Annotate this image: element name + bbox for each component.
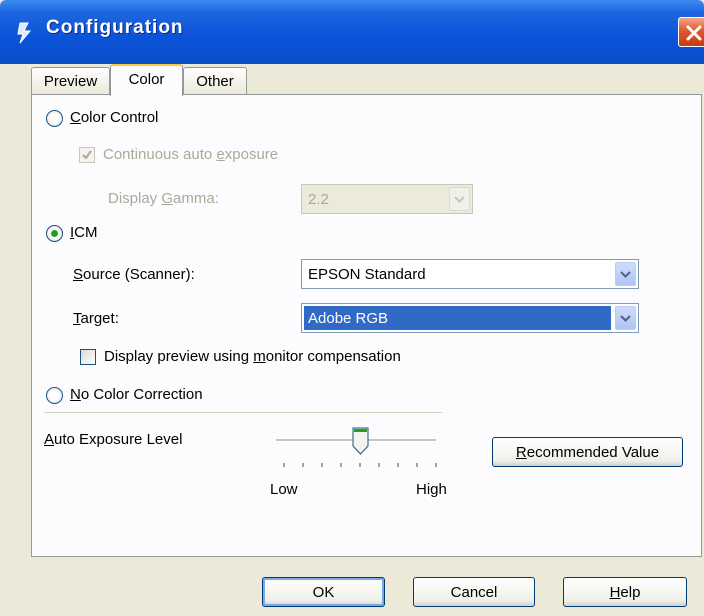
ok-button[interactable]: OK [262, 577, 385, 607]
monitor-compensation-label: Display preview using monitor compensati… [104, 348, 401, 365]
help-button[interactable]: Help [563, 577, 687, 607]
color-control-radio[interactable] [46, 110, 63, 127]
display-gamma-select[interactable]: 2.2 [301, 184, 473, 214]
tab-other-label: Other [196, 73, 234, 90]
title-bar: Configuration [0, 0, 704, 64]
color-tab-panel: Color Control Continuous auto exposure D… [31, 94, 702, 557]
auto-exposure-slider[interactable] [266, 425, 446, 475]
color-control-label: Color Control [70, 109, 159, 126]
target-label: Target: [73, 310, 119, 327]
source-scanner-value: EPSON Standard [308, 266, 426, 283]
target-select[interactable]: Adobe RGB [301, 303, 639, 333]
recommended-value-button[interactable]: Recommended Value [492, 437, 683, 467]
no-color-correction-radio[interactable] [46, 387, 63, 404]
monitor-compensation-checkbox[interactable] [80, 349, 96, 365]
chevron-down-icon [615, 262, 636, 286]
scanner-icon [17, 22, 32, 44]
slider-high-label: High [416, 481, 447, 498]
icm-label: ICM [70, 224, 98, 241]
checkmark-icon [82, 150, 92, 160]
slider-low-label: Low [270, 481, 298, 498]
source-scanner-select[interactable]: EPSON Standard [301, 259, 639, 289]
tab-color-label: Color [128, 71, 165, 88]
no-color-correction-label: No Color Correction [70, 386, 203, 403]
tab-other[interactable]: Other [183, 67, 247, 94]
auto-exposure-label: Auto Exposure Level [44, 431, 183, 448]
display-gamma-label: Display Gamma: [108, 190, 219, 207]
slider-thumb[interactable] [352, 427, 369, 455]
continuous-auto-exposure-label: Continuous auto exposure [103, 146, 279, 163]
cancel-button[interactable]: Cancel [413, 577, 535, 607]
chevron-down-icon [449, 187, 470, 211]
chevron-down-icon [615, 306, 636, 330]
tab-preview-label: Preview [43, 73, 98, 90]
tab-color[interactable]: Color [110, 64, 183, 96]
tab-preview[interactable]: Preview [31, 67, 110, 94]
close-button[interactable] [678, 17, 704, 47]
separator [44, 412, 442, 414]
window-title: Configuration [46, 17, 184, 38]
icm-radio[interactable] [46, 225, 63, 242]
display-gamma-value: 2.2 [308, 191, 329, 208]
continuous-auto-exposure-checkbox[interactable] [79, 147, 95, 163]
radio-selected-dot [51, 230, 58, 237]
target-value: Adobe RGB [304, 306, 611, 330]
source-scanner-label: Source (Scanner): [73, 266, 195, 283]
close-icon [686, 25, 702, 41]
